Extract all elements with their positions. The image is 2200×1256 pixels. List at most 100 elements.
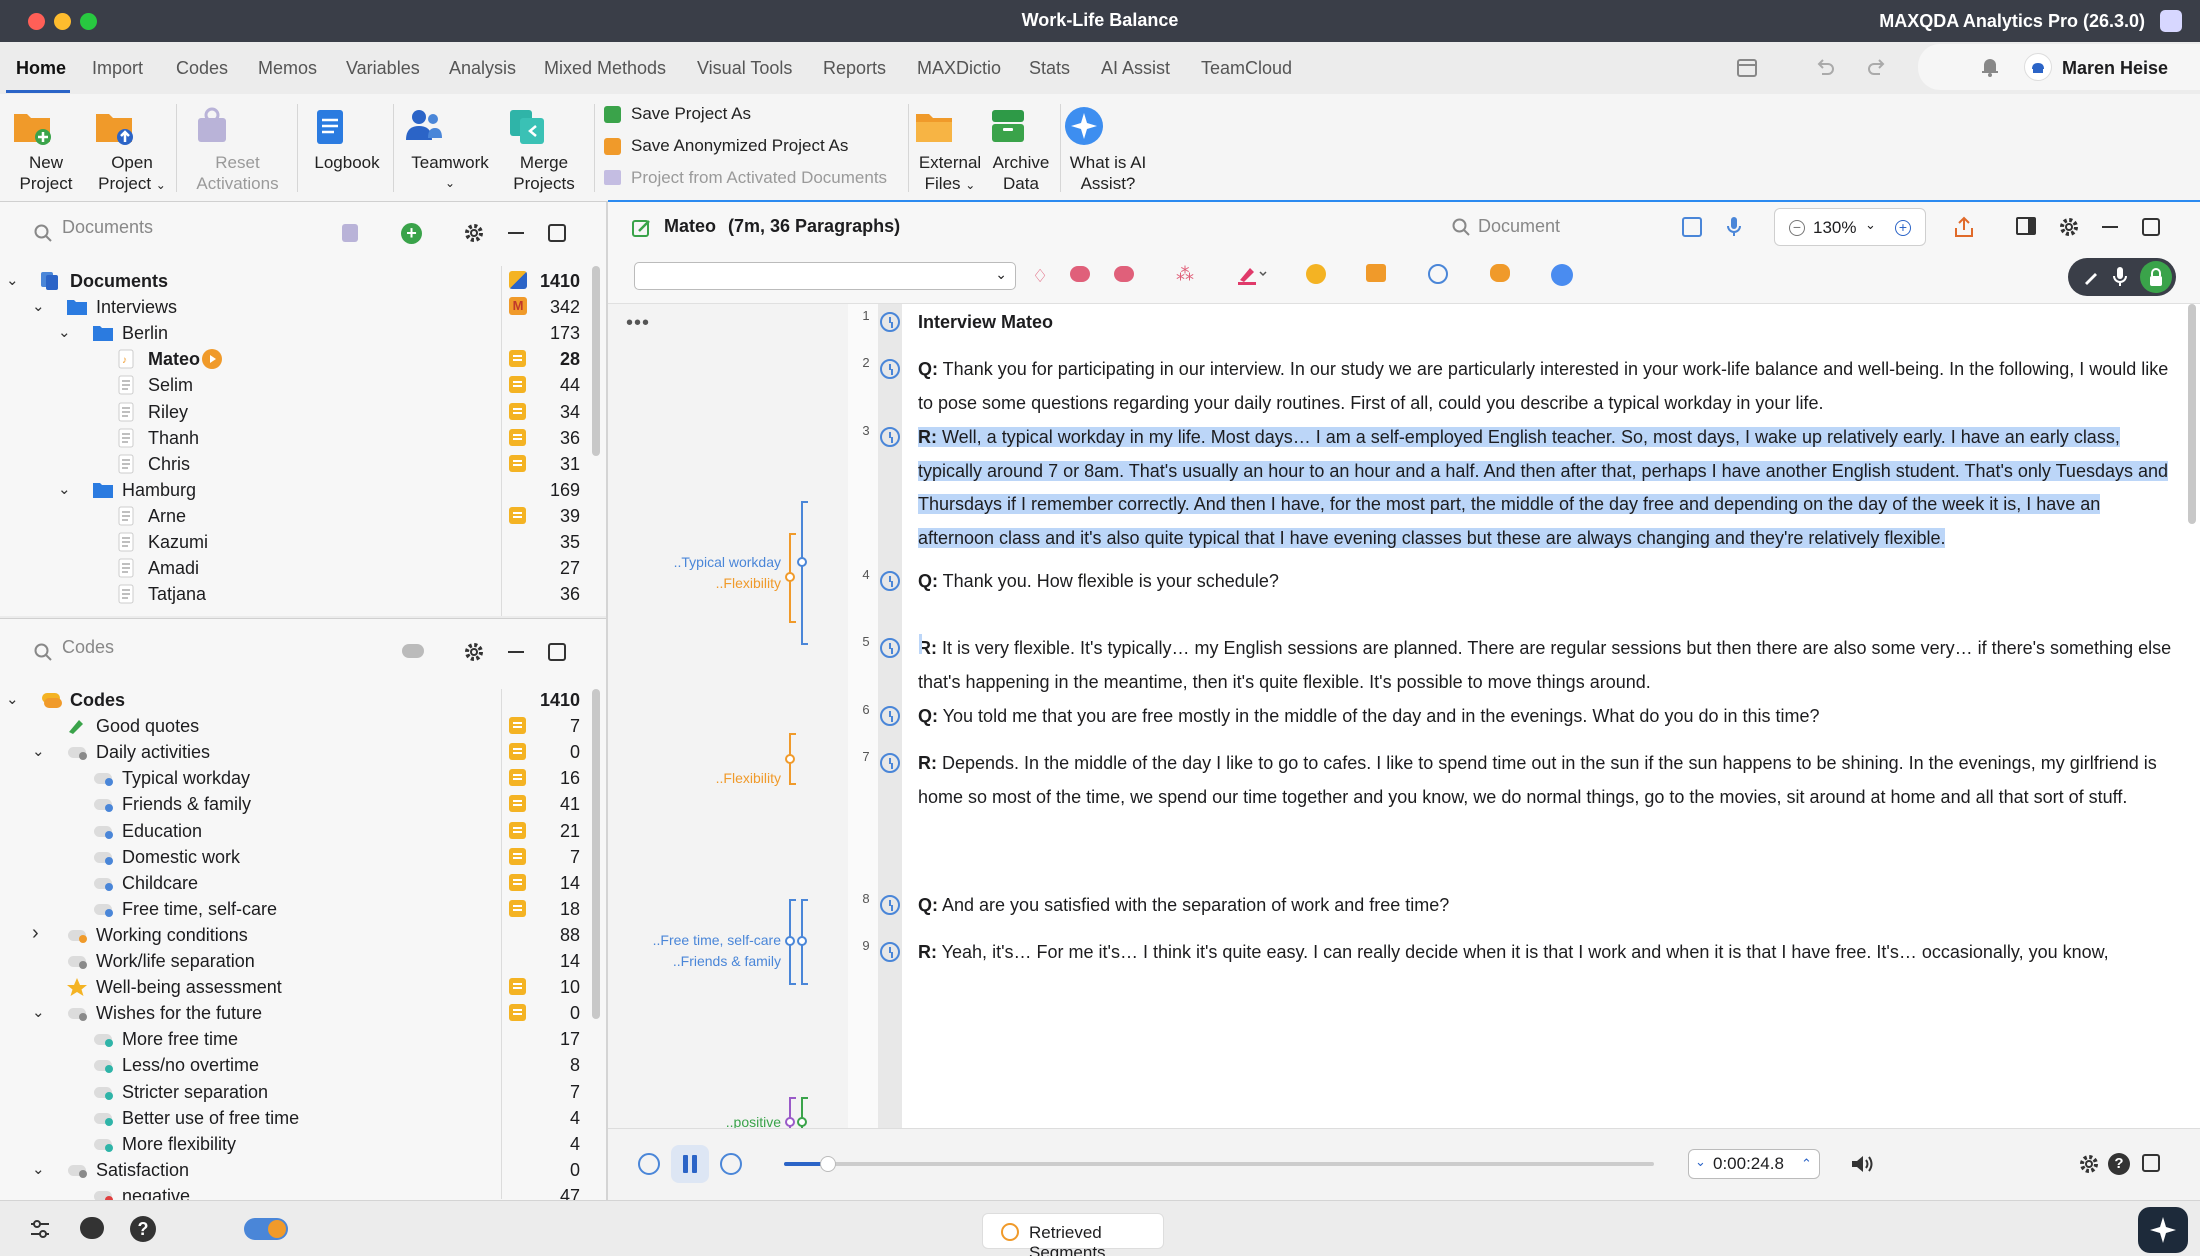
paragraph-number[interactable]: 1 bbox=[856, 308, 876, 323]
document-memo-icon[interactable]: M bbox=[509, 297, 527, 316]
chevron-down-icon[interactable]: ⌄ bbox=[58, 323, 71, 341]
paragraph-number[interactable]: 5 bbox=[856, 634, 876, 649]
code-row[interactable]: › Working conditions 88 bbox=[0, 922, 600, 948]
code-select-dropdown[interactable]: ⌄ bbox=[634, 262, 1016, 290]
save-anonymized-button[interactable]: Save Anonymized Project As bbox=[604, 136, 848, 156]
paragraph-number[interactable]: 9 bbox=[856, 938, 876, 953]
memo-icon[interactable] bbox=[509, 428, 526, 446]
memo-icon[interactable] bbox=[509, 743, 526, 761]
comment-icon[interactable] bbox=[1490, 264, 1510, 282]
paragraph-text[interactable]: R: Depends. In the middle of the day I l… bbox=[918, 747, 2173, 814]
undock-panel-icon[interactable] bbox=[2142, 218, 2160, 236]
document-row[interactable]: Tatjana 36 bbox=[0, 581, 600, 607]
paragraph-text[interactable]: R: Yeah, it's… For me it's… I think it's… bbox=[918, 936, 2173, 970]
lock-icon[interactable] bbox=[2140, 261, 2172, 293]
clock-icon[interactable] bbox=[880, 942, 900, 962]
memo-icon[interactable] bbox=[509, 506, 526, 524]
minimize-panel-icon[interactable] bbox=[2102, 226, 2118, 228]
chevron-down-icon[interactable]: ⌄ bbox=[58, 480, 71, 498]
toggle-switch[interactable] bbox=[244, 1218, 288, 1240]
project-from-activated-button[interactable]: Project from Activated Documents bbox=[604, 168, 887, 188]
document-search-input[interactable]: Document bbox=[1478, 216, 1560, 237]
time-readout[interactable]: 0:00:24.8 bbox=[1713, 1154, 1784, 1174]
new-memo-icon[interactable] bbox=[1366, 264, 1386, 282]
link-icon[interactable] bbox=[1428, 264, 1448, 284]
code-row[interactable]: Well-being assessment 10 bbox=[0, 974, 600, 1000]
document-row[interactable]: ⌄ Berlin 173 bbox=[0, 320, 600, 346]
paragraph-text[interactable]: R: It is very flexible. It's typically… … bbox=[918, 632, 2173, 699]
paragraph-text[interactable]: Q: Thank you. How flexible is your sched… bbox=[918, 565, 2173, 599]
undo-icon[interactable] bbox=[1814, 58, 1836, 78]
gear-icon[interactable] bbox=[2058, 216, 2080, 238]
gear-icon[interactable] bbox=[463, 641, 485, 663]
code-row[interactable]: Typical workday 16 bbox=[0, 765, 600, 791]
document-row[interactable]: Riley 34 bbox=[0, 399, 600, 425]
progress-knob[interactable] bbox=[819, 1156, 836, 1172]
codes-search-input[interactable]: Codes bbox=[62, 637, 114, 658]
document-row[interactable]: Arne 39 bbox=[0, 503, 600, 529]
code-row[interactable]: Domestic work 7 bbox=[0, 844, 600, 870]
avatar[interactable] bbox=[2024, 53, 2052, 81]
tab-maxdictio[interactable]: MAXDictio bbox=[917, 58, 1001, 79]
rewind-icon[interactable] bbox=[638, 1153, 660, 1175]
external-files-button[interactable]: External Files ⌄ bbox=[912, 104, 988, 196]
add-document-icon[interactable]: + bbox=[401, 223, 422, 244]
redo-icon[interactable] bbox=[1866, 58, 1888, 78]
code-row[interactable]: ⌄ Satisfaction 0 bbox=[0, 1157, 600, 1183]
chevron-down-icon[interactable]: ⌄ bbox=[32, 297, 45, 315]
what-is-ai-assist-button[interactable]: What is AI Assist? bbox=[1062, 104, 1154, 194]
chevron-right-icon[interactable]: › bbox=[32, 922, 39, 945]
tab-reports[interactable]: Reports bbox=[823, 58, 886, 79]
edit-mode-toggle[interactable] bbox=[2068, 258, 2176, 296]
tab-home[interactable]: Home bbox=[16, 58, 66, 79]
document-row[interactable]: Selim 44 bbox=[0, 372, 600, 398]
document-row[interactable]: Thanh 36 bbox=[0, 425, 600, 451]
paragraph-text[interactable]: Q: And are you satisfied with the separa… bbox=[918, 889, 2173, 923]
code-row[interactable]: Education 21 bbox=[0, 818, 600, 844]
archive-data-button[interactable]: Archive Data bbox=[986, 104, 1056, 194]
memo-icon[interactable] bbox=[509, 402, 526, 420]
transcription-mode-icon[interactable] bbox=[1682, 217, 1702, 237]
reset-activations-button[interactable]: Reset Activations bbox=[190, 104, 285, 194]
tab-memos[interactable]: Memos bbox=[258, 58, 317, 79]
chevron-down-icon[interactable]: ⌄ bbox=[6, 271, 19, 289]
calendar-icon[interactable] bbox=[1736, 58, 1758, 78]
paragraph-text[interactable]: Q: You told me that you are free mostly … bbox=[918, 700, 2173, 734]
code-row[interactable]: Less/no overtime 8 bbox=[0, 1052, 600, 1078]
clock-icon[interactable] bbox=[880, 571, 900, 591]
memo-icon[interactable] bbox=[509, 847, 526, 865]
clock-icon[interactable] bbox=[880, 427, 900, 447]
chevron-up-icon[interactable]: ⌃ bbox=[1801, 1156, 1812, 1172]
clock-icon[interactable] bbox=[880, 895, 900, 915]
open-project-button[interactable]: Open Project ⌄ bbox=[92, 104, 172, 196]
chat-icon[interactable] bbox=[80, 1217, 104, 1239]
code-row[interactable]: Friends & family 41 bbox=[0, 791, 600, 817]
undock-panel-icon[interactable] bbox=[548, 643, 566, 661]
document-row[interactable]: Amadi 27 bbox=[0, 555, 600, 581]
coding-label[interactable]: ..positive bbox=[726, 1114, 781, 1128]
code-row[interactable]: Work/life separation 14 bbox=[0, 948, 600, 974]
code-row[interactable]: More flexibility 4 bbox=[0, 1131, 600, 1157]
zoom-out-icon[interactable]: − bbox=[1789, 220, 1805, 236]
clock-icon[interactable] bbox=[880, 312, 900, 332]
coding-label[interactable]: ..Friends & family bbox=[673, 953, 781, 969]
sidebar-toggle-icon[interactable] bbox=[2016, 217, 2036, 235]
help-icon[interactable]: ? bbox=[2108, 1153, 2130, 1175]
paragraph-number[interactable]: 2 bbox=[856, 355, 876, 370]
memo-icon[interactable] bbox=[509, 795, 526, 813]
chevron-down-icon[interactable]: ⌄ bbox=[6, 690, 19, 708]
document-row[interactable]: ⌄ Hamburg 169 bbox=[0, 477, 600, 503]
paragraph-number[interactable]: 4 bbox=[856, 567, 876, 582]
code-row[interactable]: Good quotes 7 bbox=[0, 713, 600, 739]
coding-label[interactable]: ..Typical workday bbox=[674, 554, 781, 570]
code-row[interactable]: ⌄ Wishes for the future 0 bbox=[0, 1000, 600, 1026]
document-row[interactable]: Kazumi 35 bbox=[0, 529, 600, 555]
memo-icon[interactable] bbox=[509, 454, 526, 472]
code-row[interactable]: Free time, self-care 18 bbox=[0, 896, 600, 922]
pencil-icon[interactable] bbox=[2082, 268, 2100, 286]
clock-icon[interactable] bbox=[880, 706, 900, 726]
tab-teamcloud[interactable]: TeamCloud bbox=[1201, 58, 1292, 79]
tab-visual-tools[interactable]: Visual Tools bbox=[697, 58, 792, 79]
zoom-in-icon[interactable]: + bbox=[1895, 220, 1911, 236]
scrollbar[interactable] bbox=[592, 266, 600, 456]
